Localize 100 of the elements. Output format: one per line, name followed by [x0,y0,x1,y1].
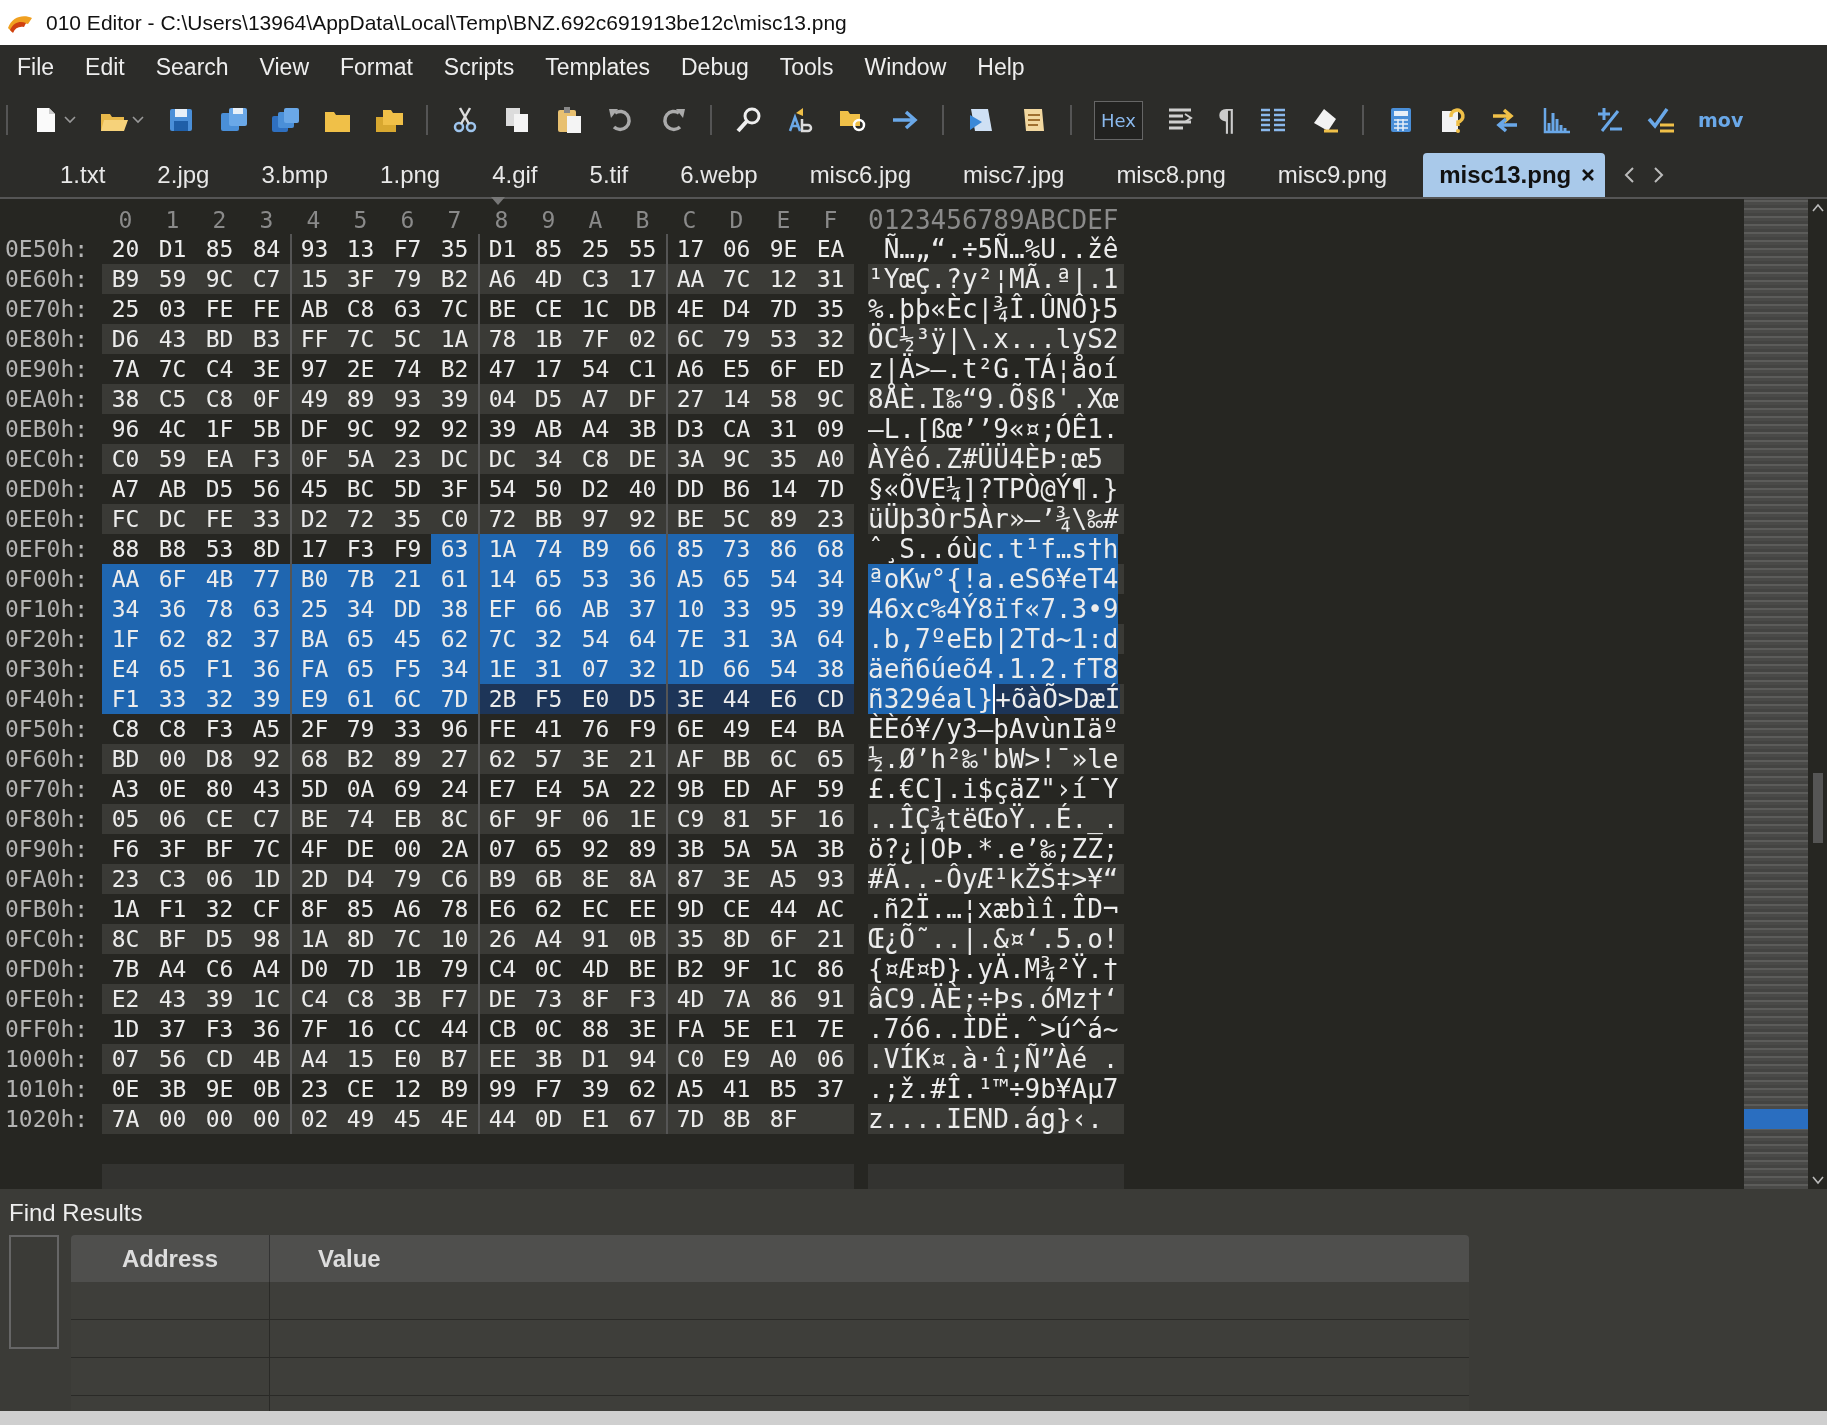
hex-byte[interactable]: 32 [619,654,666,684]
ascii-text[interactable]: §«ÕVE¼]?TPÒ@Ý¶.} [868,474,1119,504]
hex-byte[interactable]: F3 [196,1014,243,1044]
hex-byte[interactable]: 13 [337,234,384,264]
hex-byte[interactable]: 7D [807,474,854,504]
hex-byte[interactable]: 4D [666,984,713,1014]
hex-byte[interactable]: 68 [807,534,854,564]
file-tab[interactable]: 1.png [350,153,463,197]
hex-byte[interactable]: 93 [807,864,854,894]
hex-byte[interactable]: 8C [431,804,478,834]
hex-byte[interactable]: E1 [572,1104,619,1134]
hex-byte[interactable]: 68 [290,744,337,774]
checklist-icon[interactable] [1646,105,1677,135]
ascii-text[interactable]: ñ329éal} [868,684,994,714]
ascii-text[interactable]: ¹YœÇ.?y²¦MÃ.ª|.1 [868,264,1119,294]
hex-byte[interactable]: 3F [149,834,196,864]
hex-byte[interactable]: AB [525,414,572,444]
hex-byte[interactable]: 34 [102,594,149,624]
hex-byte[interactable]: 3B [619,414,666,444]
hex-byte[interactable]: EE [478,1044,525,1074]
hex-byte[interactable]: D5 [619,684,666,714]
ascii-text[interactable]: {¤Æ¤Ð}.yÄ.M¾²Ÿ.† [868,954,1119,984]
hex-byte[interactable]: C5 [149,384,196,414]
hex-byte[interactable]: 25 [572,234,619,264]
hex-byte[interactable]: 91 [807,984,854,1014]
menu-item[interactable]: Edit [85,53,125,81]
hex-byte[interactable]: C0 [431,504,478,534]
hex-byte[interactable]: 65 [807,744,854,774]
hex-byte[interactable]: 45 [384,1104,431,1134]
hex-byte[interactable]: E0 [572,684,619,714]
hex-byte[interactable]: 7B [102,954,149,984]
hex-byte[interactable]: 1A [102,894,149,924]
hex-byte[interactable]: C1 [619,354,666,384]
hex-byte[interactable]: 6F [760,354,807,384]
hex-byte[interactable]: 92 [572,834,619,864]
hex-byte[interactable]: AB [572,594,619,624]
hex-byte[interactable]: 3B [807,834,854,864]
hex-byte[interactable]: 89 [619,834,666,864]
hex-byte[interactable]: 5D [384,474,431,504]
hex-byte[interactable]: 6F [760,924,807,954]
hex-byte[interactable]: 23 [807,504,854,534]
hex-byte[interactable]: 69 [384,774,431,804]
hex-byte[interactable]: 61 [431,564,478,594]
hex-byte[interactable]: 62 [431,624,478,654]
hex-byte[interactable]: A3 [102,774,149,804]
hex-byte[interactable]: F1 [102,684,149,714]
hex-byte[interactable]: C8 [337,984,384,1014]
hex-byte[interactable]: 53 [572,564,619,594]
hex-byte[interactable]: 2A [431,834,478,864]
hex-byte[interactable]: 0B [243,1074,290,1104]
ascii-text[interactable]: .7ó6..ÌDË.ˆ>ú^á~ [868,1014,1119,1044]
hex-byte[interactable]: DF [619,384,666,414]
hex-byte[interactable]: 66 [525,594,572,624]
hex-byte[interactable]: D4 [713,294,760,324]
hex-byte[interactable]: E0 [384,1044,431,1074]
hex-byte[interactable]: 9C [196,264,243,294]
hex-byte[interactable]: 62 [478,744,525,774]
hex-byte[interactable]: CE [713,894,760,924]
hex-byte[interactable]: 41 [713,1074,760,1104]
hex-byte[interactable]: 32 [525,624,572,654]
hex-byte[interactable]: CE [196,804,243,834]
hex-byte[interactable]: DC [431,444,478,474]
hex-byte[interactable]: E9 [713,1044,760,1074]
save-all-icon[interactable] [270,105,300,135]
hex-byte[interactable]: 6C [384,684,431,714]
hex-byte[interactable]: 89 [384,744,431,774]
chevron-left-icon[interactable] [1623,166,1636,184]
hex-byte[interactable]: 5A [760,834,807,864]
hex-byte[interactable]: C0 [666,1044,713,1074]
hex-byte[interactable]: 91 [572,924,619,954]
hex-byte[interactable]: 3F [431,474,478,504]
hex-byte[interactable]: D2 [290,504,337,534]
hex-byte[interactable]: B2 [431,354,478,384]
hex-byte[interactable]: 9C [337,414,384,444]
hex-byte[interactable]: 7A [713,984,760,1014]
ascii-text[interactable]: Ñ…„“.÷5Ñ…%U..žê [868,234,1119,264]
hex-byte[interactable]: D5 [196,924,243,954]
hex-byte[interactable]: 88 [102,534,149,564]
hex-byte[interactable]: 37 [619,594,666,624]
hex-byte[interactable]: 06 [149,804,196,834]
hex-byte[interactable]: 33 [384,714,431,744]
hex-byte[interactable]: 38 [102,384,149,414]
ascii-text[interactable]: ÈÈó¥/y3–þAvùnIäº [868,714,1119,744]
ascii-text[interactable]: 46xc%4Ý8ïf«7.3•9 [868,594,1119,624]
hex-byte[interactable]: F3 [337,534,384,564]
hex-byte[interactable]: 82 [196,624,243,654]
hex-byte[interactable]: BE [290,804,337,834]
hex-byte[interactable]: 6C [666,324,713,354]
hex-byte[interactable]: 07 [572,654,619,684]
hex-byte[interactable]: 5C [384,324,431,354]
hex-byte[interactable]: BD [102,744,149,774]
hex-byte[interactable]: BF [149,924,196,954]
hex-byte[interactable]: 37 [807,1074,854,1104]
hex-byte[interactable]: 34 [431,654,478,684]
hex-byte[interactable]: 43 [149,324,196,354]
file-tab[interactable]: 2.jpg [127,153,232,197]
hex-byte[interactable]: 43 [149,984,196,1014]
hex-byte[interactable]: C4 [196,354,243,384]
hex-byte[interactable]: 40 [619,474,666,504]
hex-byte[interactable]: 88 [572,1014,619,1044]
